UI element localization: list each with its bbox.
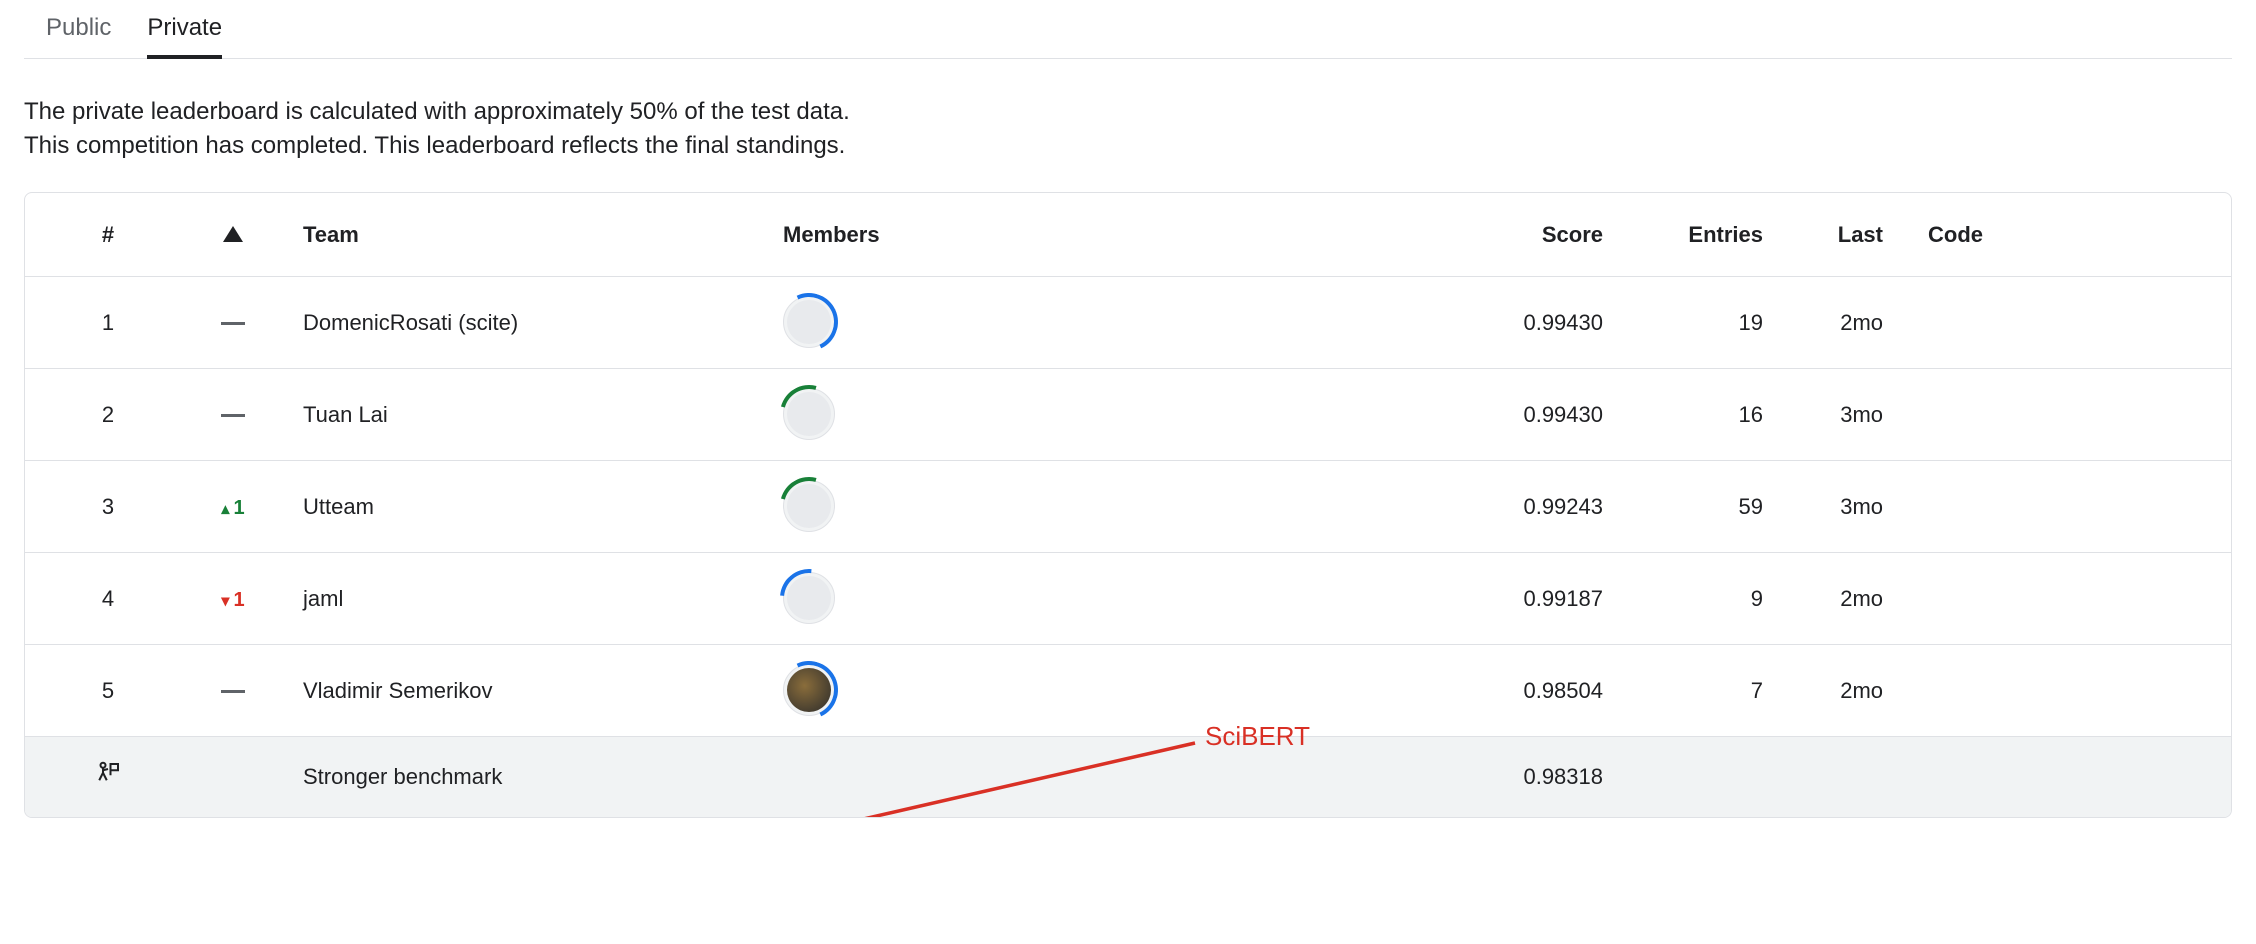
avatar[interactable] (783, 572, 835, 624)
last-cell: 2mo (1763, 678, 1883, 704)
members-cell (783, 296, 1443, 350)
rank-cell: 3 (53, 494, 163, 520)
delta-cell: 1 (163, 494, 303, 520)
col-header-last[interactable]: Last (1763, 222, 1883, 248)
leaderboard-description: The private leaderboard is calculated wi… (24, 95, 2232, 162)
score-cell: 0.99430 (1443, 310, 1603, 336)
tab-private[interactable]: Private (147, 14, 222, 58)
last-cell: 2mo (1763, 310, 1883, 336)
delta-cell (163, 678, 303, 704)
delta-cell (163, 310, 303, 336)
tab-public[interactable]: Public (46, 14, 111, 58)
team-cell[interactable]: Tuan Lai (303, 402, 783, 428)
delta-cell: 1 (163, 586, 303, 612)
col-header-team[interactable]: Team (303, 222, 783, 248)
delta-cell (163, 402, 303, 428)
avatar-ring (769, 374, 848, 453)
table-row[interactable]: 4 1 jaml 0.99187 9 2mo (25, 553, 2231, 645)
benchmark-team: Stronger benchmark (303, 764, 783, 790)
team-cell[interactable]: Vladimir Semerikov (303, 678, 783, 704)
last-cell: 3mo (1763, 494, 1883, 520)
table-row[interactable]: 1 DomenicRosati (scite) 0.99430 19 2mo (25, 277, 2231, 369)
col-header-entries[interactable]: Entries (1603, 222, 1763, 248)
entries-cell: 7 (1603, 678, 1763, 704)
members-cell (783, 572, 1443, 626)
members-cell (783, 480, 1443, 534)
score-cell: 0.98504 (1443, 678, 1603, 704)
rank-cell: 1 (53, 310, 163, 336)
benchmark-icon (93, 764, 123, 795)
avatar[interactable] (783, 664, 835, 716)
description-line2: This competition has completed. This lea… (24, 129, 2232, 163)
delta-sort-icon (223, 226, 243, 242)
avatar-ring (769, 466, 848, 545)
leaderboard-tabs: Public Private (24, 0, 2232, 59)
avatar-ring (768, 557, 850, 639)
description-line1: The private leaderboard is calculated wi… (24, 95, 2232, 129)
avatar-ring (772, 285, 846, 359)
rank-cell: 4 (53, 586, 163, 612)
score-cell: 0.99430 (1443, 402, 1603, 428)
members-cell (783, 388, 1443, 442)
col-header-code[interactable]: Code (1883, 222, 1983, 248)
avatar[interactable] (783, 388, 835, 440)
benchmark-row: Stronger benchmark 0.98318 (25, 737, 2231, 817)
entries-cell: 19 (1603, 310, 1763, 336)
col-header-members[interactable]: Members (783, 222, 1443, 248)
avatar[interactable] (783, 480, 835, 532)
col-header-delta[interactable] (163, 222, 303, 248)
table-row[interactable]: 3 1 Utteam 0.99243 59 3mo (25, 461, 2231, 553)
last-cell: 3mo (1763, 402, 1883, 428)
entries-cell: 9 (1603, 586, 1763, 612)
members-cell (783, 664, 1443, 718)
benchmark-icon-cell (53, 759, 163, 796)
team-cell[interactable]: DomenicRosati (scite) (303, 310, 783, 336)
rank-cell: 5 (53, 678, 163, 704)
last-cell: 2mo (1763, 586, 1883, 612)
table-row[interactable]: 2 Tuan Lai 0.99430 16 3mo (25, 369, 2231, 461)
team-cell[interactable]: jaml (303, 586, 783, 612)
team-cell[interactable]: Utteam (303, 494, 783, 520)
entries-cell: 16 (1603, 402, 1763, 428)
leaderboard-header-row: # Team Members Score Entries Last Code (25, 193, 2231, 277)
entries-cell: 59 (1603, 494, 1763, 520)
rank-cell: 2 (53, 402, 163, 428)
col-header-rank[interactable]: # (53, 222, 163, 248)
score-cell: 0.99243 (1443, 494, 1603, 520)
avatar[interactable] (783, 296, 835, 348)
col-header-score[interactable]: Score (1443, 222, 1603, 248)
score-cell: 0.99187 (1443, 586, 1603, 612)
benchmark-score: 0.98318 (1443, 764, 1603, 790)
leaderboard-table: # Team Members Score Entries Last Code 1… (24, 192, 2232, 818)
table-row[interactable]: 5 Vladimir Semerikov 0.98504 7 2mo (25, 645, 2231, 737)
avatar-ring (772, 653, 846, 727)
